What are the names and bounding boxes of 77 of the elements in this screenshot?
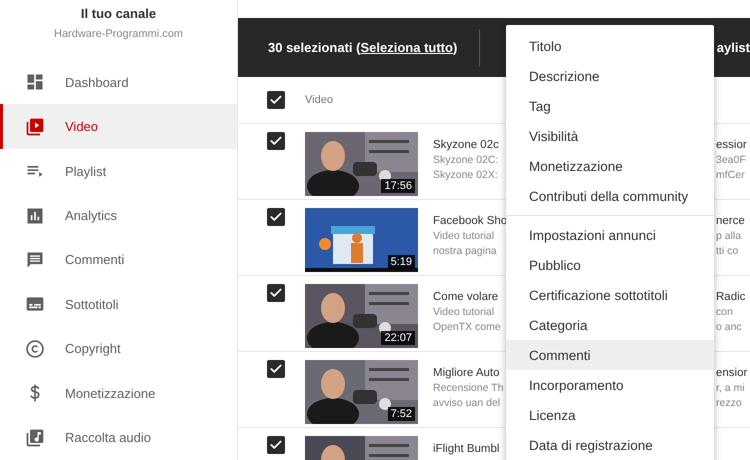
menu-item[interactable]: Licenza [506, 400, 714, 430]
duration-label: 17:56 [381, 179, 415, 193]
menu-item[interactable]: Titolo [506, 31, 714, 61]
menu-item[interactable]: Contributi della community [506, 181, 714, 211]
sidebar-item[interactable]: Dashboard [0, 60, 237, 104]
copyright-icon [25, 338, 45, 359]
video-description: Video tutorial [433, 306, 496, 318]
checkmark-icon [269, 362, 283, 376]
column-text: tti co [716, 245, 740, 257]
sidebar-item[interactable]: Analytics [0, 193, 237, 238]
sidebar-item[interactable]: Video [0, 104, 237, 149]
menu-item[interactable]: Monetizzazione [506, 151, 714, 181]
column-text: o anc [716, 321, 743, 333]
playlist-action[interactable]: aylist [716, 40, 750, 55]
menu-item[interactable]: Pubblico [506, 250, 714, 280]
channel-name: Hardware-Programmi.com [53, 28, 184, 40]
menu-item[interactable]: Commenti [506, 340, 714, 370]
column-text: mfCer [716, 169, 746, 181]
checkbox[interactable] [267, 360, 285, 378]
comment-icon [25, 250, 45, 270]
video-icon [25, 116, 45, 137]
checkmark-icon [269, 93, 283, 107]
channel-title: Il tuo canale [80, 6, 158, 21]
closing-paren: ) [452, 40, 458, 55]
column-text: p alla [716, 230, 742, 242]
sidebar-item[interactable]: Playlist [0, 148, 237, 194]
video-description: avviso uan del [433, 397, 502, 409]
checkbox[interactable] [267, 91, 285, 109]
sidebar-item[interactable]: Sottotitoli [0, 282, 237, 327]
column-text: nerce [716, 215, 746, 227]
video-description: Skyzone 02C: [433, 154, 500, 166]
menu-item[interactable]: Categoria [506, 310, 714, 340]
dashboard-icon [25, 72, 45, 92]
duration-label: 7:52 [388, 407, 415, 421]
analytics-icon [25, 206, 45, 226]
checkbox[interactable] [267, 436, 285, 454]
column-header: Video [305, 94, 333, 106]
menu-item[interactable]: Descrizione [506, 61, 714, 91]
menu-item[interactable]: Certificazione sottotitoli [506, 280, 714, 310]
sidebar-item[interactable]: Copyright [0, 326, 237, 372]
video-description: nostra pagina [433, 245, 498, 257]
video-description: Recensione Th [433, 382, 504, 394]
checkbox[interactable] [267, 208, 285, 226]
column-text: 3ea0F [716, 154, 747, 166]
duration-label: 5:19 [388, 255, 415, 269]
selection-count: 30 selezionati ( [268, 40, 360, 55]
video-description: Skyzone 02X: [433, 169, 499, 181]
checkmark-icon [269, 210, 283, 224]
checkmark-icon [269, 134, 283, 148]
video-title[interactable]: iFlight Bumbl [433, 443, 505, 455]
checkbox[interactable] [267, 132, 285, 150]
column-text: ensior [716, 367, 748, 379]
music-note-icon [25, 428, 45, 448]
column-text: con [716, 306, 734, 318]
checkbox[interactable] [267, 284, 285, 302]
menu-item[interactable]: Incorporamento [506, 370, 714, 400]
column-text: Radic [716, 291, 746, 303]
column-text: essior [716, 139, 748, 151]
duration-label: 22:07 [381, 331, 415, 345]
column-text: rezzo [716, 397, 743, 409]
column-text: r, a mi [716, 382, 746, 394]
menu-item[interactable]: Data di registrazione [506, 430, 714, 460]
video-description: Video tutorial [433, 230, 496, 242]
menu-item[interactable]: Impostazioni annunci [506, 220, 714, 250]
sidebar-item[interactable]: Monetizzazione [0, 371, 237, 416]
video-title[interactable]: Come volare [433, 291, 505, 303]
menu-item[interactable]: Visibilità [506, 121, 714, 151]
video-title[interactable]: Facebook Sho [433, 215, 505, 227]
video-description: OpenTX come [433, 321, 502, 333]
sidebar-item[interactable]: Commenti [0, 238, 237, 282]
menu-item[interactable]: Tag [506, 91, 714, 121]
checkmark-icon [269, 438, 283, 452]
video-title[interactable]: Migliore Auto [433, 367, 505, 379]
sidebar-item[interactable]: Raccolta audio [0, 416, 237, 460]
video-title[interactable]: Skyzone 02c [433, 139, 505, 151]
checkmark-icon [269, 286, 283, 300]
select-all-link[interactable]: Seleziona tutto [360, 40, 453, 55]
